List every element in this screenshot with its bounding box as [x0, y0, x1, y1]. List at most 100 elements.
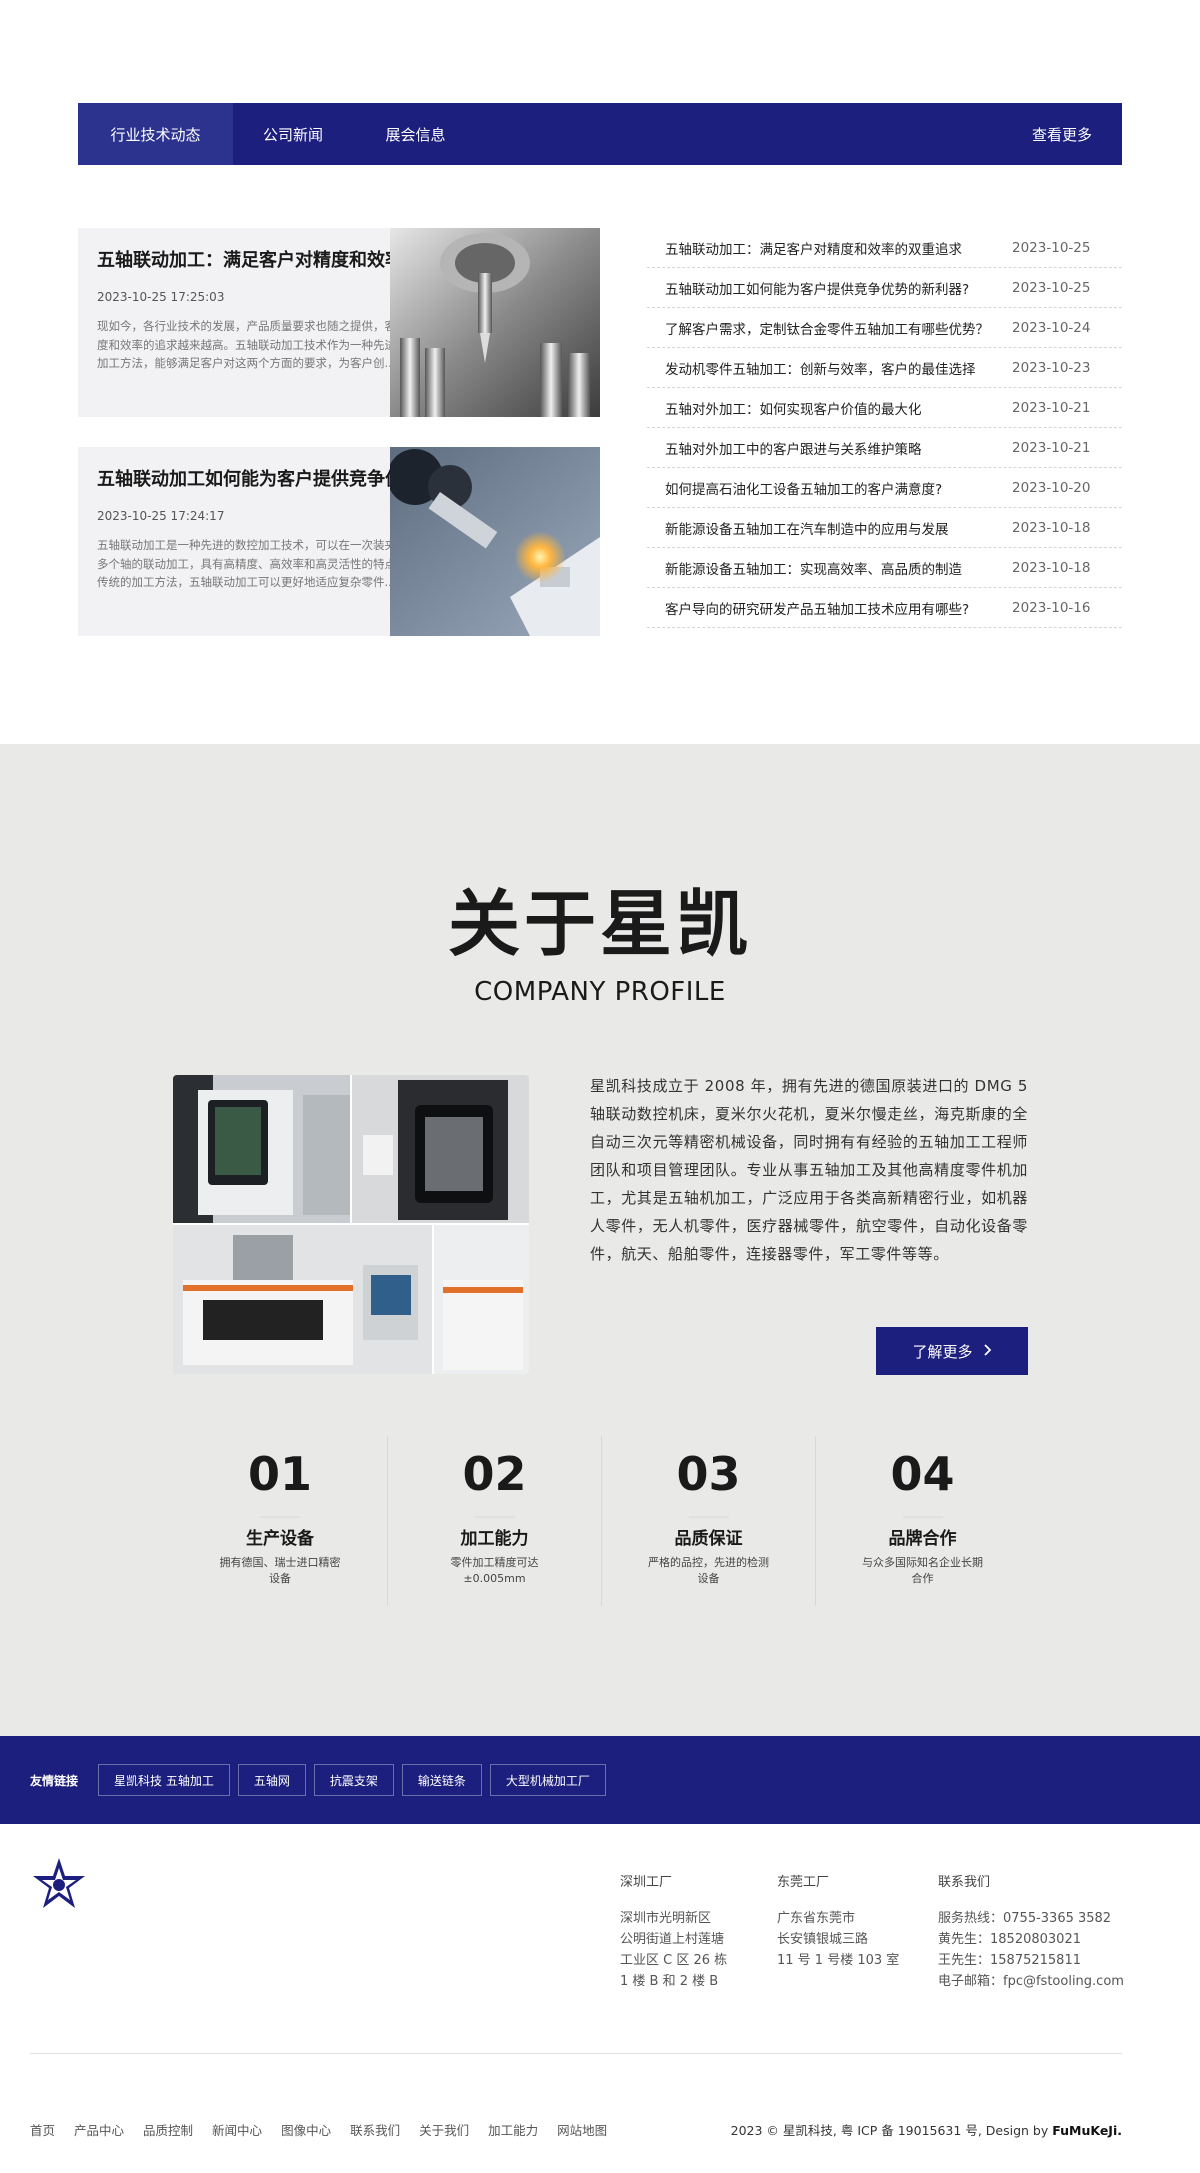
news-title: 五轴对外加工：如何实现客户价值的最大化 [665, 401, 922, 418]
news-date: 2023-10-18 [1012, 519, 1091, 536]
footer-contact-line: 服务热线：0755-3365 3582 [938, 1911, 1112, 1926]
featured-card-text: 五轴联动加工如何能为客户提供竞争优势的新利器？ 2023-10-25 17:24… [97, 467, 437, 610]
stat-divider [474, 1516, 515, 1518]
footer-divider [30, 2053, 1122, 2054]
news-list-item[interactable]: 五轴对外加工：如何实现客户价值的最大化 2023-10-21 [647, 388, 1122, 428]
featured-card-desc: 现如今，各行业技术的发展，产品质量要求也随之提供，客户对精度和效率的追求越来越高… [97, 319, 431, 370]
tab-company-news[interactable]: 公司新闻 [233, 103, 353, 165]
stat-label: 生产设备 [246, 1529, 314, 1549]
footer-address-line: 公明街道上村莲塘 [620, 1932, 725, 1947]
news-date: 2023-10-21 [1012, 439, 1091, 456]
footer-nav: 首页 产品中心 品质控制 新闻中心 图像中心 联系我们 关于我们 加工能力 网站… [30, 2120, 607, 2139]
stat-desc: 与众多国际知名企业长期合作 [862, 1556, 983, 1585]
footer-address-line: 广东省东莞市 [777, 1911, 856, 1926]
footer-contact-line[interactable]: 电子邮箱：fpc@fstooling.com [938, 1971, 1124, 1992]
news-tabs-bar: 行业技术动态 公司新闻 展会信息 查看更多 [78, 103, 1122, 165]
footer-nav-news[interactable]: 新闻中心 [212, 2120, 262, 2139]
featured-card-time: 2023-10-25 17:25:03 [97, 290, 225, 304]
friend-link[interactable]: 输送链条 [401, 1764, 482, 1796]
stats-row: 01 生产设备 拥有德国、瑞士进口精密设备 02 加工能力 零件加工精度可达±0… [173, 1436, 1029, 1606]
friend-links-bar: 友情链接 星凯科技 五轴加工 五轴网 抗震支架 输送链条 大型机械加工厂 [0, 1736, 1200, 1824]
footer-col-heading: 联系我们 [938, 1875, 991, 1890]
footer-address-line: 工业区 C 区 26 栋 [620, 1953, 728, 1968]
learn-more-button[interactable]: 了解更多 [876, 1327, 1028, 1375]
news-list-item[interactable]: 五轴对外加工中的客户跟进与关系维护策略 2023-10-21 [647, 428, 1122, 468]
news-list-item[interactable]: 新能源设备五轴加工在汽车制造中的应用与发展 2023-10-18 [647, 508, 1122, 548]
copyright-label: 2023 © 星凯科技, 粤 ICP 备 19015631 号, Design … [730, 2123, 1053, 2138]
about-subtitle: COMPANY PROFILE [474, 977, 726, 1007]
friend-link[interactable]: 大型机械加工厂 [489, 1764, 606, 1796]
learn-more-label: 了解更多 [912, 1342, 973, 1361]
featured-card-title[interactable]: 五轴联动加工如何能为客户提供竞争优势的新利器？ [97, 467, 437, 493]
about-description: 星凯科技成立于 2008 年，拥有先进的德国原装进口的 DMG 5 轴联动数控机… [590, 1077, 1028, 1263]
company-logo-icon[interactable] [30, 1856, 88, 1914]
news-list-item[interactable]: 如何提高石油化工设备五轴加工的客户满意度? 2023-10-20 [647, 468, 1122, 508]
news-title: 新能源设备五轴加工：实现高效率、高品质的制造 [665, 561, 962, 578]
featured-news-card[interactable]: 五轴联动加工如何能为客户提供竞争优势的新利器？ 2023-10-25 17:24… [78, 447, 600, 636]
footer-nav-about[interactable]: 关于我们 [419, 2120, 469, 2139]
view-more-link[interactable]: 查看更多 [1032, 124, 1092, 145]
stat-label: 品质保证 [674, 1529, 743, 1549]
footer-address-line: 长安镇银城三路 [777, 1932, 869, 1947]
news-list-item[interactable]: 了解客户需求，定制钛合金零件五轴加工有哪些优势？ 2023-10-24 [647, 308, 1122, 348]
stat-desc: 零件加工精度可达±0.005mm [450, 1556, 539, 1585]
news-date: 2023-10-20 [1012, 479, 1091, 496]
stat-number: 01 [247, 1447, 312, 1501]
footer-address-line: 深圳市光明新区 [620, 1911, 712, 1926]
news-list: 五轴联动加工：满足客户对精度和效率的双重追求 2023-10-25 五轴联动加工如… [647, 228, 1122, 628]
news-title: 发动机零件五轴加工：创新与效率，客户的最佳选择 [665, 361, 976, 378]
footer-address-line: 1 楼 B 和 2 楼 B [620, 1974, 719, 1989]
footer-col-heading: 东莞工厂 [777, 1875, 830, 1890]
tab-exhibition-info[interactable]: 展会信息 [353, 103, 478, 165]
footer-address-line: 11 号 1 号楼 103 室 [777, 1953, 900, 1968]
stat-divider [902, 1516, 943, 1518]
news-title: 五轴联动加工：满足客户对精度和效率的双重追求 [665, 241, 962, 258]
news-list-item[interactable]: 客户导向的研究研发产品五轴加工技术应用有哪些? 2023-10-16 [647, 588, 1122, 628]
about-title: 关于星凯 [447, 882, 752, 966]
featured-card-title[interactable]: 五轴联动加工：满足客户对精度和效率的双重追求 [97, 248, 437, 274]
friend-link[interactable]: 五轴网 [237, 1764, 306, 1796]
featured-card-desc: 五轴联动加工是一种先进的数控加工技术，可以在一次装夹中实现多个轴的联动加工，具有… [97, 538, 431, 589]
stat-desc: 严格的品控，先进的检测设备 [648, 1556, 769, 1585]
featured-card-text: 五轴联动加工：满足客户对精度和效率的双重追求 2023-10-25 17:25:… [97, 248, 437, 391]
friend-link[interactable]: 星凯科技 五轴加工 [98, 1764, 230, 1796]
footer-nav-gallery[interactable]: 图像中心 [281, 2120, 331, 2139]
footer-col-heading: 深圳工厂 [620, 1875, 673, 1890]
footer-nav-products[interactable]: 产品中心 [74, 2120, 124, 2139]
footer-nav-sitemap[interactable]: 网站地图 [557, 2120, 607, 2139]
footer-nav-quality[interactable]: 品质控制 [143, 2120, 193, 2139]
footer-nav-home[interactable]: 首页 [30, 2120, 55, 2139]
tab-industry-tech[interactable]: 行业技术动态 [78, 103, 233, 165]
about-section: 关于星凯 COMPANY PROFILE 星凯科技成立于 2008 年，拥有先进… [0, 744, 1200, 1736]
footer-contact-line: 王先生：15875215811 [938, 1953, 1081, 1968]
stat-label: 品牌合作 [888, 1529, 957, 1549]
stat-desc: 拥有德国、瑞士进口精密设备 [219, 1556, 341, 1585]
stat-number: 02 [462, 1447, 527, 1501]
stat-item: 02 加工能力 零件加工精度可达±0.005mm [387, 1436, 601, 1606]
news-list-item[interactable]: 五轴联动加工如何能为客户提供竞争优势的新利器? 2023-10-25 [647, 268, 1122, 308]
footer-contact-line: 黄先生：18520803021 [938, 1932, 1081, 1947]
featured-news-card[interactable]: 五轴联动加工：满足客户对精度和效率的双重追求 2023-10-25 17:25:… [78, 228, 600, 417]
news-date: 2023-10-18 [1012, 559, 1091, 576]
news-list-item[interactable]: 发动机零件五轴加工：创新与效率，客户的最佳选择 2023-10-23 [647, 348, 1122, 388]
footer-dongguan-factory: 东莞工厂 广东省东莞市 长安镇银城三路 11 号 1 号楼 103 室 [777, 1872, 899, 1971]
stat-item: 04 品牌合作 与众多国际知名企业长期合作 [815, 1436, 1029, 1606]
footer-nav-contact[interactable]: 联系我们 [350, 2120, 400, 2139]
stat-number: 04 [890, 1447, 955, 1501]
footer-contact-us: 联系我们 服务热线：0755-3365 3582 黄先生：18520803021… [938, 1872, 1124, 1992]
news-title: 五轴对外加工中的客户跟进与关系维护策略 [665, 441, 922, 458]
stat-divider [688, 1516, 729, 1518]
news-list-item[interactable]: 五轴联动加工：满足客户对精度和效率的双重追求 2023-10-25 [647, 228, 1122, 268]
footer-nav-capability[interactable]: 加工能力 [488, 2120, 538, 2139]
designer-link[interactable]: FuMuKeJi. [1052, 2123, 1122, 2138]
news-date: 2023-10-24 [1012, 319, 1091, 336]
news-date: 2023-10-23 [1012, 359, 1091, 376]
stat-item: 01 生产设备 拥有德国、瑞士进口精密设备 [173, 1436, 387, 1606]
news-list-item[interactable]: 新能源设备五轴加工：实现高效率、高品质的制造 2023-10-18 [647, 548, 1122, 588]
news-title: 了解客户需求，定制钛合金零件五轴加工有哪些优势？ [665, 321, 989, 338]
friend-link[interactable]: 抗震支架 [313, 1764, 394, 1796]
featured-card-time: 2023-10-25 17:24:17 [97, 509, 225, 523]
news-title: 新能源设备五轴加工在汽车制造中的应用与发展 [665, 521, 949, 538]
cnc-spindle-image[interactable] [390, 228, 600, 417]
cmm-probe-image[interactable] [390, 447, 600, 636]
